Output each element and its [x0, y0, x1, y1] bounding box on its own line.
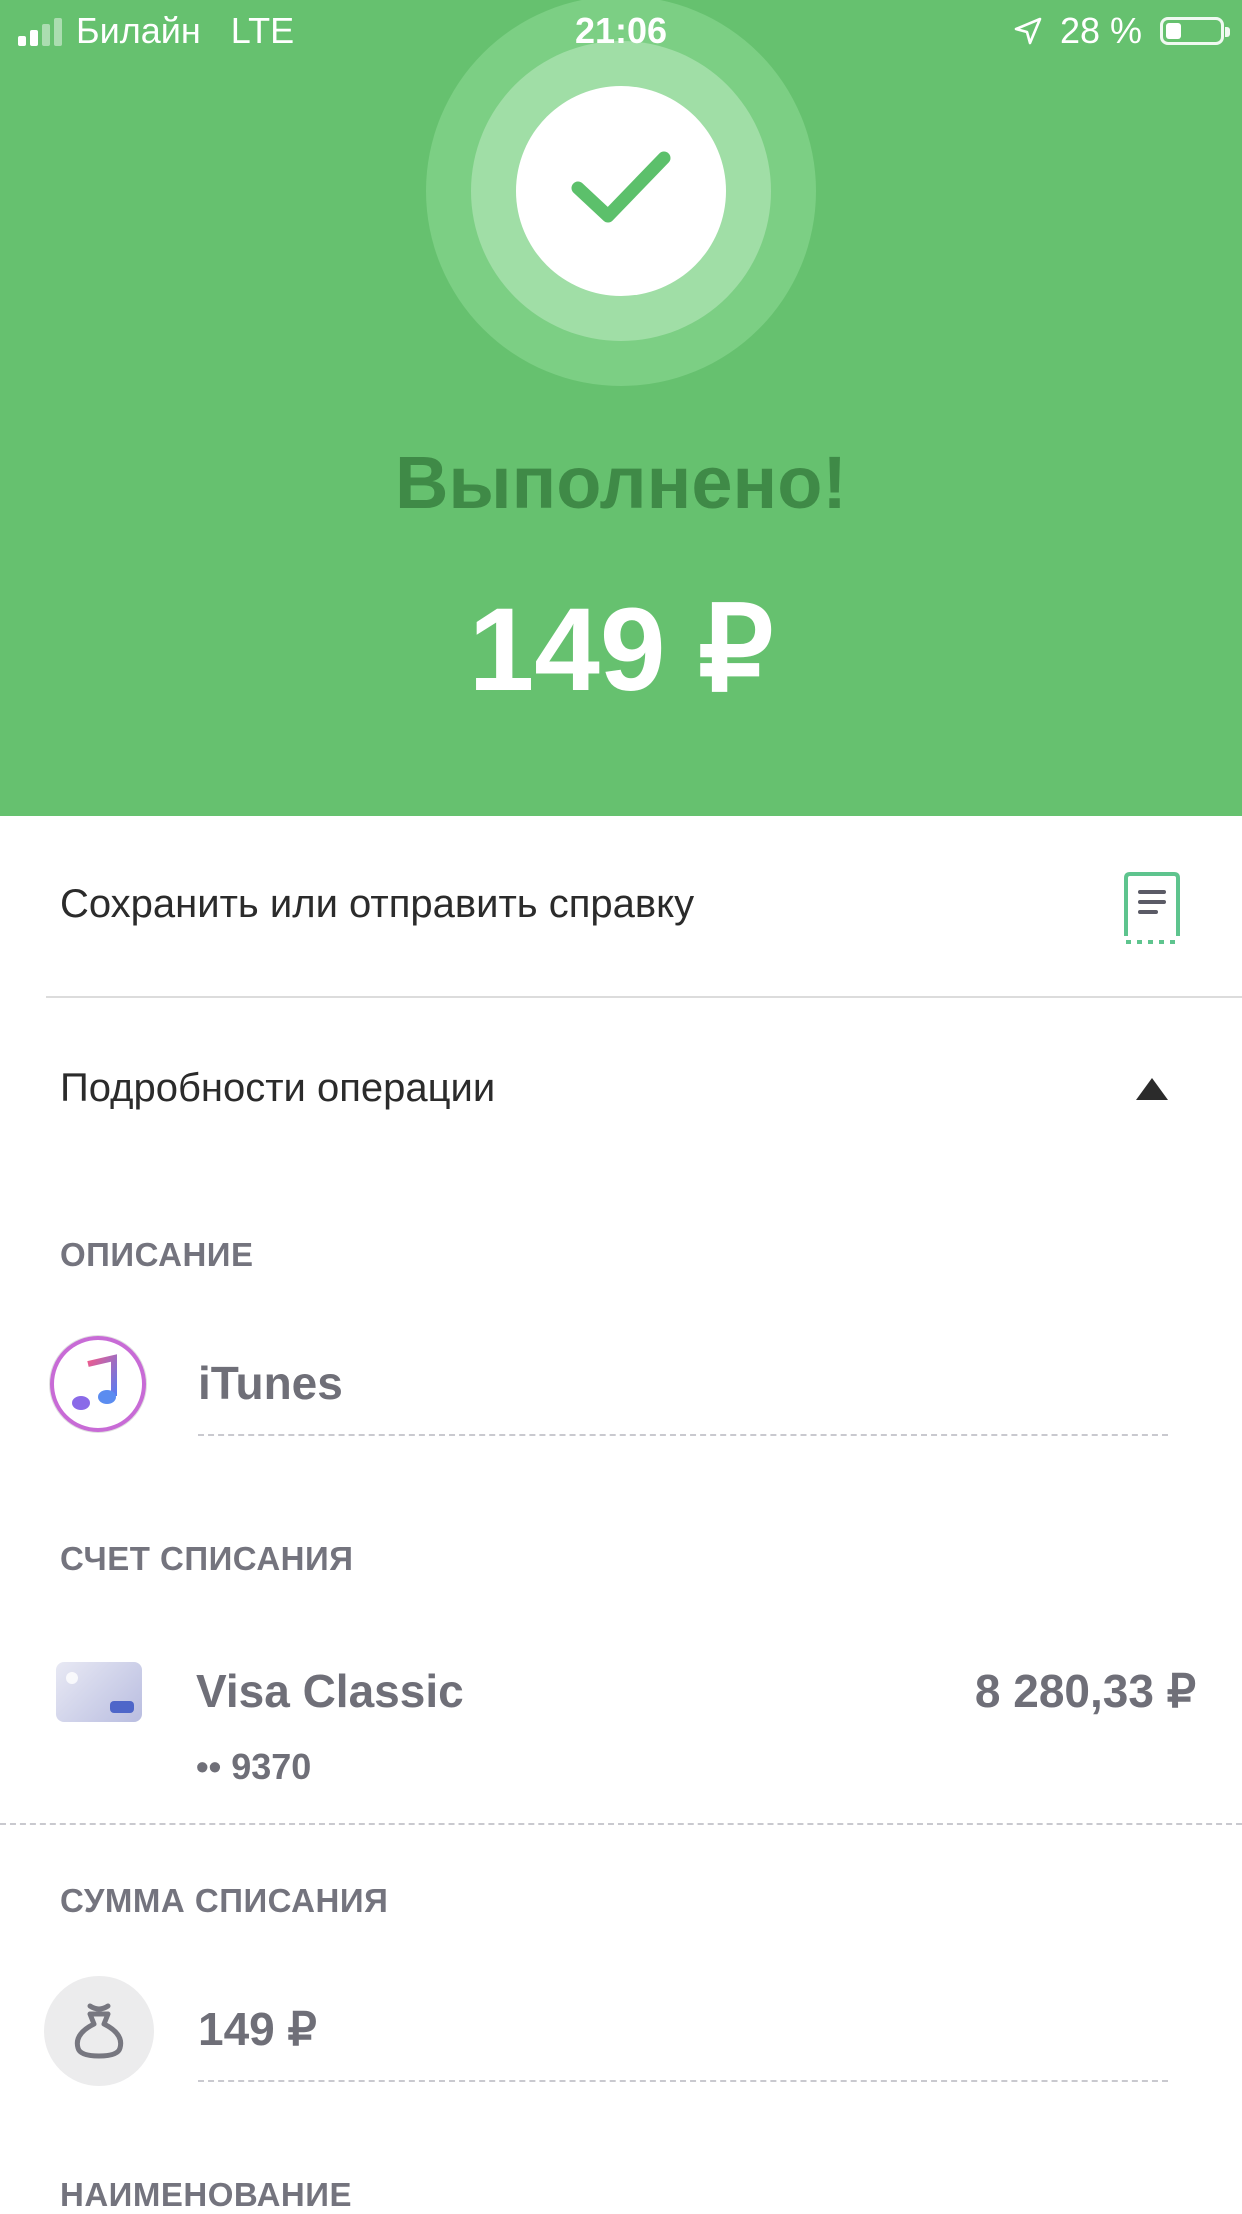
card-number: •• 9370: [196, 1746, 312, 1787]
account-name: Visa Classic: [196, 1665, 464, 1717]
status-bar: Билайн LTE 21:06 28 %: [0, 0, 1242, 62]
money-bag-icon: [44, 1976, 154, 2086]
description-label: ОПИСАНИЕ: [60, 1236, 254, 1273]
divider: [46, 996, 1242, 998]
card-icon: [56, 1662, 142, 1722]
success-header: Билайн LTE 21:06 28 % Выполнено! 149 ₽: [0, 0, 1242, 816]
account-label: СЧЕТ СПИСАНИЯ: [60, 1540, 354, 1577]
success-title: Выполнено!: [394, 441, 848, 524]
dashed-divider: [198, 2080, 1168, 2082]
dashed-divider: [0, 1823, 1242, 1825]
amount-label: СУММА СПИСАНИЯ: [60, 1882, 389, 1919]
debit-amount: 149 ₽: [198, 2003, 317, 2055]
details-toggle[interactable]: Подробности операции: [60, 1066, 495, 1111]
save-receipt-button[interactable]: Сохранить или отправить справку: [60, 882, 694, 927]
triangle-up-icon[interactable]: [1136, 1078, 1168, 1100]
account-balance: 8 280,33 ₽: [974, 1665, 1196, 1717]
name-label: НАИМЕНОВАНИЕ: [60, 2176, 352, 2213]
checkmark-icon: [571, 151, 671, 223]
receipt-icon[interactable]: [1120, 870, 1184, 946]
battery-fill: [1166, 23, 1181, 39]
payment-amount: 149 ₽: [468, 584, 774, 716]
itunes-icon: [50, 1336, 146, 1432]
battery-percent: 28 %: [1059, 10, 1142, 51]
dashed-divider: [198, 1434, 1168, 1436]
location-arrow-icon: [1014, 17, 1042, 45]
battery-icon: [1160, 17, 1230, 45]
merchant-name: iTunes: [198, 1357, 343, 1409]
